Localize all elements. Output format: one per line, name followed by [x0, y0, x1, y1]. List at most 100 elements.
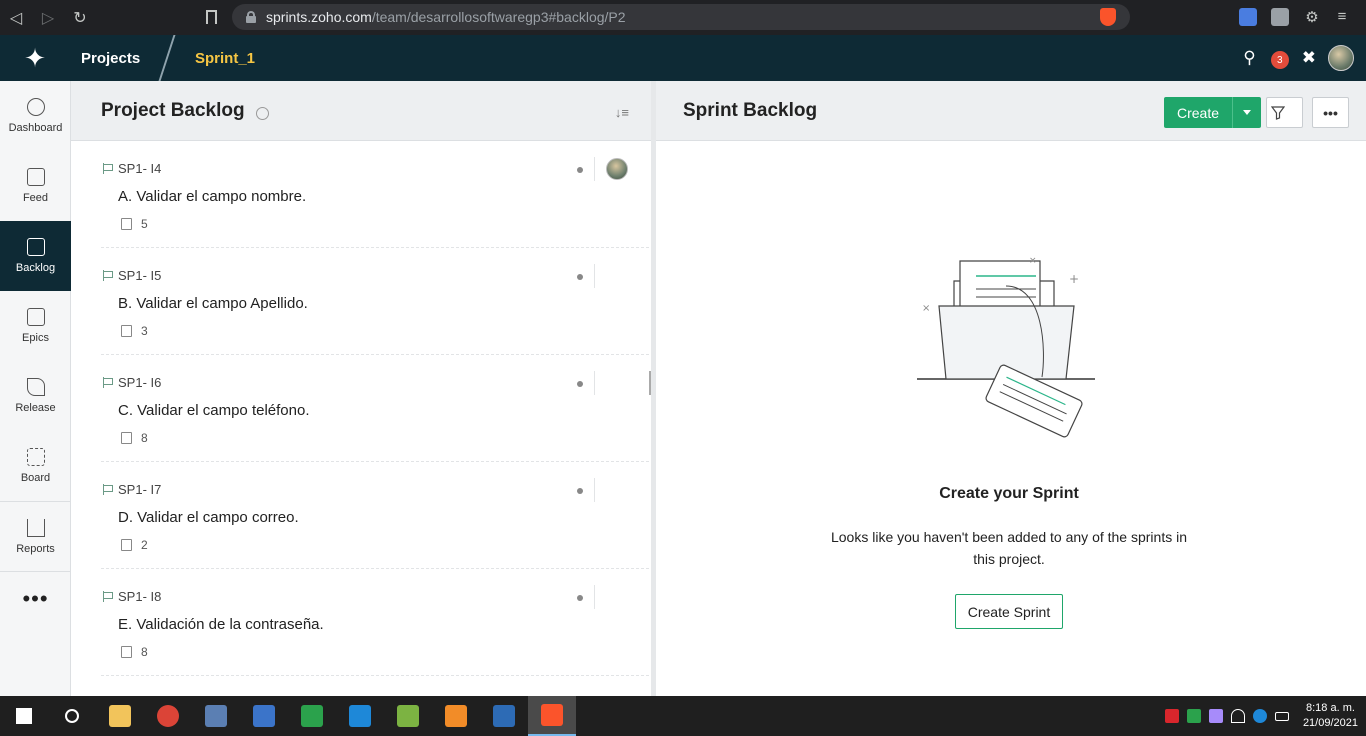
owner-avatar[interactable]: [606, 158, 628, 180]
system-tray: 8:18 a. m. 21/09/2021: [1164, 696, 1358, 736]
priority-dot-icon[interactable]: [577, 595, 583, 601]
item-name[interactable]: D. Validar el campo correo.: [118, 509, 299, 526]
story-points-icon: [121, 218, 132, 230]
backlog-item[interactable]: SP1- I4 A. Validar el campo nombre. 5: [101, 141, 649, 248]
priority-dot-icon[interactable]: [577, 381, 583, 387]
story-points-icon: [121, 646, 132, 658]
clock-date: 21/09/2021: [1302, 717, 1358, 729]
sprint-empty-state: × + × Create your Sprint Looks like you …: [656, 141, 1366, 696]
tray-pen-icon[interactable]: [1208, 709, 1223, 723]
app-icon[interactable]: [240, 696, 288, 736]
zoho-sprints-logo-icon[interactable]: ✦: [0, 35, 70, 81]
board-icon: [26, 448, 45, 466]
backlog-item[interactable]: SP1- I8 E. Validación de la contraseña. …: [101, 569, 649, 676]
wifi-icon[interactable]: [1230, 709, 1245, 723]
sidebar-more-button[interactable]: •••: [0, 571, 71, 625]
bookmark-icon[interactable]: [206, 10, 217, 24]
more-options-button[interactable]: •••: [1312, 97, 1349, 128]
sort-icon[interactable]: ↓≡: [615, 105, 629, 120]
projects-link[interactable]: Projects: [81, 50, 140, 67]
item-key[interactable]: SP1- I7: [118, 482, 161, 497]
sprint-backlog-header: Sprint Backlog Create •••: [656, 81, 1366, 141]
backlog-item[interactable]: SP1- I5 B. Validar el campo Apellido. 3: [101, 248, 649, 355]
project-backlog-list: SP1- I4 A. Validar el campo nombre. 5 SP…: [71, 141, 651, 696]
item-divider: [594, 371, 595, 395]
reload-icon[interactable]: ↻: [64, 0, 96, 35]
item-key[interactable]: SP1- I4: [118, 161, 161, 176]
item-name[interactable]: E. Validación de la contraseña.: [118, 616, 324, 633]
extension-icon[interactable]: [1271, 8, 1289, 26]
google-drive-icon[interactable]: [288, 696, 336, 736]
filter-button[interactable]: [1266, 97, 1303, 128]
svg-text:×: ×: [922, 303, 930, 314]
svg-text:+: +: [1069, 272, 1079, 286]
release-icon: [26, 378, 45, 396]
calculator-icon[interactable]: [192, 696, 240, 736]
address-bar[interactable]: sprints.zoho.com/team/desarrollosoftware…: [232, 4, 1130, 30]
system-clock[interactable]: 8:18 a. m. 21/09/2021: [1303, 701, 1358, 731]
back-icon[interactable]: ◁: [0, 0, 32, 35]
notifications-icon[interactable]: 3: [1268, 47, 1290, 69]
virtualbox-icon[interactable]: [384, 696, 432, 736]
sidebar-item-epics[interactable]: Epics: [0, 291, 71, 361]
item-key[interactable]: SP1- I6: [118, 375, 161, 390]
create-button-label[interactable]: Create: [1164, 97, 1232, 128]
taskbar-search-icon[interactable]: [48, 696, 96, 736]
sidebar-item-board[interactable]: Board: [0, 431, 71, 501]
sidebar-item-label: Board: [20, 472, 51, 484]
vscode-icon[interactable]: [336, 696, 384, 736]
story-points: 5: [141, 217, 148, 231]
puzzle-extensions-icon[interactable]: ⚙: [1303, 8, 1321, 26]
backlog-item[interactable]: SP1- I6 C. Validar el campo teléfono. 8: [101, 355, 649, 462]
translate-extension-icon[interactable]: [1239, 8, 1257, 26]
powershell-icon[interactable]: [480, 696, 528, 736]
sidebar-item-label: Feed: [22, 192, 49, 204]
story-points: 3: [141, 324, 148, 338]
battery-icon[interactable]: [1274, 711, 1289, 721]
sidebar-item-label: Epics: [22, 332, 49, 344]
file-explorer-icon[interactable]: [96, 696, 144, 736]
backlog-search-icon[interactable]: [255, 106, 269, 120]
empty-sprint-illustration: × + ×: [917, 256, 1095, 438]
windows-start-icon[interactable]: [0, 696, 48, 736]
sidebar-item-dashboard[interactable]: Dashboard: [0, 81, 71, 151]
breadcrumb-separator: [158, 35, 176, 81]
backlog-item[interactable]: SP1- I7 D. Validar el campo correo. 2: [101, 462, 649, 569]
search-icon[interactable]: ⚲: [1243, 48, 1255, 68]
brave-browser-icon[interactable]: [528, 696, 576, 736]
item-name[interactable]: A. Validar el campo nombre.: [118, 188, 306, 205]
dashboard-icon: [26, 98, 45, 116]
item-key[interactable]: SP1- I5: [118, 268, 161, 283]
item-name[interactable]: C. Validar el campo teléfono.: [118, 402, 310, 419]
item-divider: [594, 264, 595, 288]
sprint-project-link[interactable]: Sprint_1: [195, 50, 255, 67]
browser-menu-icon[interactable]: ≡: [1333, 8, 1351, 26]
forward-icon[interactable]: ▷: [32, 0, 64, 35]
brave-shield-icon[interactable]: [1100, 8, 1116, 26]
user-avatar[interactable]: [1328, 45, 1354, 71]
priority-dot-icon[interactable]: [577, 167, 583, 173]
story-points-icon: [121, 325, 132, 337]
reports-icon: [26, 518, 45, 537]
project-backlog-title: Project Backlog: [101, 99, 245, 121]
sidebar-item-release[interactable]: Release: [0, 361, 71, 431]
create-sprint-button[interactable]: Create Sprint: [955, 594, 1063, 629]
priority-dot-icon[interactable]: [577, 274, 583, 280]
create-button[interactable]: Create: [1164, 97, 1262, 128]
tray-drive-icon[interactable]: [1186, 709, 1201, 723]
chrome-icon[interactable]: [144, 696, 192, 736]
priority-dot-icon[interactable]: [577, 488, 583, 494]
windows-taskbar: 8:18 a. m. 21/09/2021: [0, 696, 1366, 736]
sidebar-item-feed[interactable]: Feed: [0, 151, 71, 221]
tray-app-icon[interactable]: [1164, 709, 1179, 723]
sidebar-item-backlog[interactable]: Backlog: [0, 221, 71, 291]
item-name[interactable]: B. Validar el campo Apellido.: [118, 295, 308, 312]
tools-icon[interactable]: ✖: [1302, 48, 1316, 68]
create-dropdown-icon[interactable]: [1232, 97, 1261, 128]
sidebar: Dashboard Feed Backlog Epics Release Boa…: [0, 81, 71, 696]
sidebar-item-label: Reports: [16, 542, 55, 555]
sublime-text-icon[interactable]: [432, 696, 480, 736]
item-key[interactable]: SP1- I8: [118, 589, 161, 604]
bluetooth-icon[interactable]: [1252, 709, 1267, 723]
sidebar-item-reports[interactable]: Reports: [0, 501, 71, 571]
